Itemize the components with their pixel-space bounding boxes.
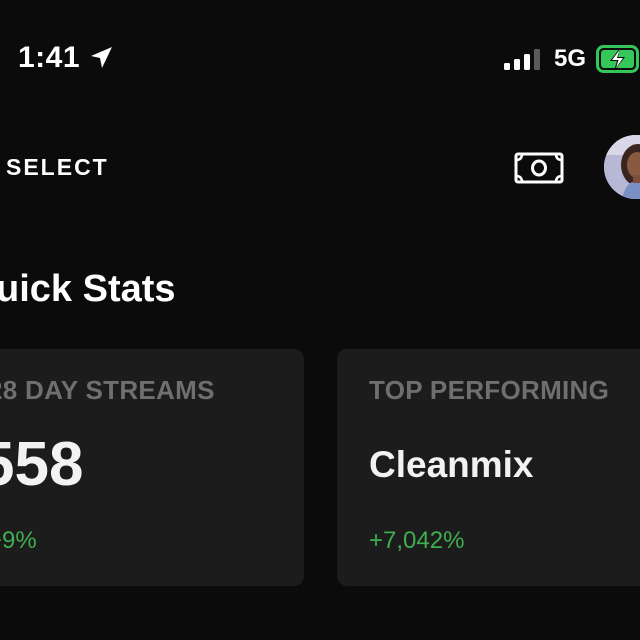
location-arrow-icon (88, 45, 114, 71)
status-bar: 1:41 5G (0, 0, 640, 110)
stat-card-streams[interactable]: 28 DAY STREAMS 558 +9% (0, 349, 304, 586)
brand-title: SELECT (6, 154, 109, 180)
stat-card-change: +7,042% (369, 527, 465, 554)
cash-icon[interactable] (514, 151, 564, 185)
status-time-group: 1:41 (18, 40, 114, 76)
stat-card-top-performing[interactable]: TOP PERFORMING Cleanmix +7,042% (337, 349, 640, 586)
stat-card-label: 28 DAY STREAMS (0, 375, 215, 405)
cellular-signal-icon (503, 47, 544, 71)
stat-card-label: TOP PERFORMING (369, 375, 610, 405)
status-right-group: 5G (503, 44, 640, 74)
battery-charging-icon (596, 45, 640, 73)
stat-card-value: Cleanmix (369, 444, 534, 485)
stat-card-value: 558 (0, 430, 84, 499)
status-time: 1:41 (18, 41, 81, 74)
network-type: 5G (553, 45, 586, 72)
quick-stats-title: uick Stats (0, 268, 176, 310)
stat-card-change: +9% (0, 527, 37, 554)
